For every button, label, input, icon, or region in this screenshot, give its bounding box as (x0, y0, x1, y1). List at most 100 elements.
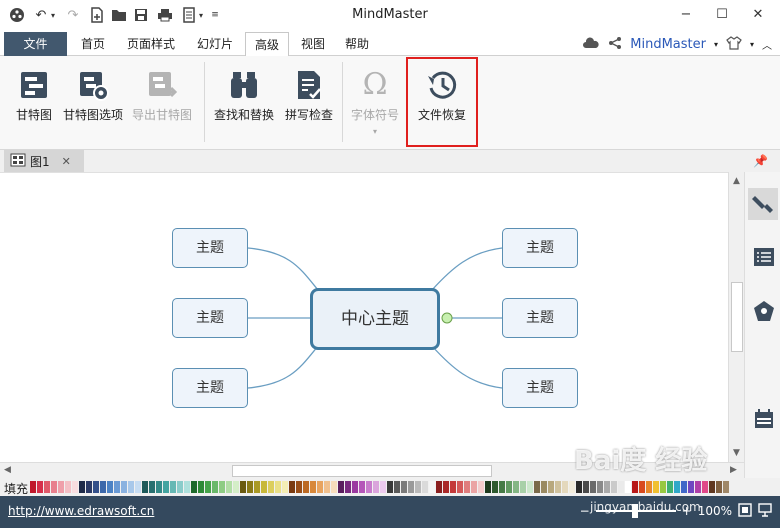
color-swatch[interactable] (310, 481, 316, 493)
color-swatch[interactable] (93, 481, 99, 493)
color-swatch[interactable] (625, 481, 631, 493)
color-swatch[interactable] (149, 481, 155, 493)
color-swatch[interactable] (296, 481, 302, 493)
new-file-icon[interactable] (88, 6, 106, 24)
color-swatch[interactable] (373, 481, 379, 493)
color-swatch[interactable] (436, 481, 442, 493)
color-swatch[interactable] (338, 481, 344, 493)
topic-node[interactable]: 主题 (502, 368, 578, 408)
vertical-scrollbar[interactable]: ▲ ▼ (728, 172, 744, 462)
maximize-button[interactable]: ☐ (710, 5, 734, 25)
gantt-button[interactable]: 甘特图 (8, 62, 60, 144)
color-swatch[interactable] (422, 481, 428, 493)
font-symbol-button[interactable]: Ω 字体符号 ▾ (346, 62, 404, 144)
zoom-slider[interactable] (595, 504, 676, 518)
export-dropdown-icon[interactable]: ▾ (196, 6, 206, 24)
color-swatch[interactable] (352, 481, 358, 493)
color-swatch[interactable] (233, 481, 239, 493)
minimize-button[interactable]: − (674, 5, 698, 25)
color-swatch[interactable] (247, 481, 253, 493)
color-swatch[interactable] (324, 481, 330, 493)
color-swatch[interactable] (716, 481, 722, 493)
tab-advanced[interactable]: 高级 (245, 32, 289, 57)
color-swatch[interactable] (499, 481, 505, 493)
save-icon[interactable] (132, 6, 150, 24)
color-swatch[interactable] (380, 481, 386, 493)
open-folder-icon[interactable] (110, 6, 128, 24)
clipart-badge-icon[interactable] (751, 298, 777, 324)
close-tab-icon[interactable]: ✕ (62, 155, 71, 168)
zoom-slider-knob[interactable] (631, 504, 638, 518)
color-swatch[interactable] (86, 481, 92, 493)
color-swatch[interactable] (632, 481, 638, 493)
color-swatch[interactable] (667, 481, 673, 493)
tab-help[interactable]: 帮助 (338, 32, 376, 56)
color-swatch[interactable] (58, 481, 64, 493)
color-swatch[interactable] (219, 481, 225, 493)
color-swatch[interactable] (226, 481, 232, 493)
undo-dropdown-icon[interactable]: ▾ (48, 6, 58, 24)
color-swatch[interactable] (653, 481, 659, 493)
scroll-right-icon[interactable]: ▶ (730, 465, 737, 475)
vertical-scroll-thumb[interactable] (731, 282, 743, 352)
color-swatch[interactable] (142, 481, 148, 493)
color-swatch[interactable] (695, 481, 701, 493)
central-topic[interactable]: 中心主题 (310, 288, 440, 350)
color-swatch[interactable] (128, 481, 134, 493)
color-swatch[interactable] (520, 481, 526, 493)
file-restore-button[interactable]: 文件恢复 (410, 62, 474, 144)
gantt-options-button[interactable]: 甘特图选项 (60, 62, 126, 144)
color-swatch[interactable] (366, 481, 372, 493)
color-swatch[interactable] (513, 481, 519, 493)
color-swatch[interactable] (464, 481, 470, 493)
collapse-ribbon-icon[interactable]: ︿ (762, 37, 772, 52)
color-swatch[interactable] (611, 481, 617, 493)
color-swatch[interactable] (590, 481, 596, 493)
scroll-up-icon[interactable]: ▲ (733, 176, 740, 186)
color-swatch[interactable] (205, 481, 211, 493)
color-swatch[interactable] (709, 481, 715, 493)
color-swatch[interactable] (72, 481, 78, 493)
spell-check-button[interactable]: 拼写检查 (280, 62, 338, 144)
horizontal-scroll-thumb[interactable] (232, 465, 492, 477)
color-swatch[interactable] (191, 481, 197, 493)
color-swatch[interactable] (457, 481, 463, 493)
color-swatch[interactable] (156, 481, 162, 493)
color-swatch[interactable] (121, 481, 127, 493)
tab-slides[interactable]: 幻灯片 (190, 32, 240, 56)
topic-node[interactable]: 主题 (172, 368, 248, 408)
color-swatch[interactable] (527, 481, 533, 493)
color-swatch[interactable] (177, 481, 183, 493)
color-swatch[interactable] (359, 481, 365, 493)
color-swatch[interactable] (401, 481, 407, 493)
color-swatch[interactable] (485, 481, 491, 493)
scroll-down-icon[interactable]: ▼ (733, 448, 740, 458)
outline-list-icon[interactable] (751, 244, 777, 270)
account-name[interactable]: MindMaster (630, 37, 706, 52)
color-swatch[interactable] (555, 481, 561, 493)
color-swatch[interactable] (723, 481, 729, 493)
font-symbol-dropdown-icon[interactable]: ▾ (346, 127, 404, 136)
export-gantt-button[interactable]: 导出甘特图 (128, 62, 196, 144)
color-swatch[interactable] (450, 481, 456, 493)
color-swatches[interactable] (30, 481, 730, 493)
color-swatch[interactable] (576, 481, 582, 493)
color-swatch[interactable] (170, 481, 176, 493)
account-dropdown-icon[interactable]: ▾ (714, 40, 718, 49)
color-swatch[interactable] (548, 481, 554, 493)
pin-icon[interactable]: 📌 (753, 154, 768, 168)
topic-node[interactable]: 主题 (502, 228, 578, 268)
scroll-left-icon[interactable]: ◀ (4, 465, 11, 475)
color-swatch[interactable] (443, 481, 449, 493)
website-link[interactable]: http://www.edrawsoft.cn (8, 504, 154, 518)
tab-page-style[interactable]: 页面样式 (120, 32, 182, 56)
share-icon[interactable] (608, 36, 622, 53)
presentation-icon[interactable] (758, 502, 772, 520)
horizontal-scrollbar[interactable]: ◀ ▶ (0, 462, 744, 478)
color-swatch[interactable] (65, 481, 71, 493)
redo-icon[interactable]: ↷ (64, 6, 82, 24)
tab-view[interactable]: 视图 (294, 32, 332, 56)
color-swatch[interactable] (30, 481, 36, 493)
print-icon[interactable] (156, 6, 174, 24)
color-swatch[interactable] (198, 481, 204, 493)
